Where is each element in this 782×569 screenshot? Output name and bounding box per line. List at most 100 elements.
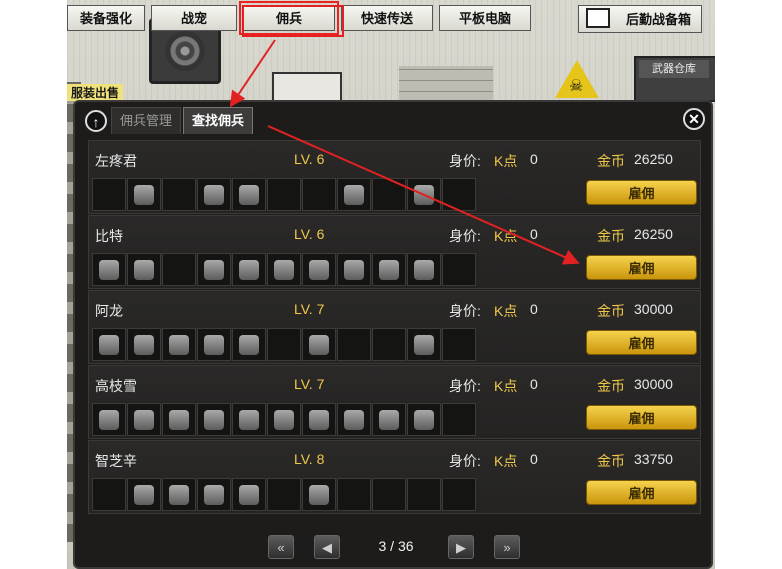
close-button[interactable]: ✕	[683, 108, 705, 130]
hire-button[interactable]: 雇佣	[586, 480, 697, 505]
worth-value: 0	[530, 301, 538, 317]
gold-label: 金币	[597, 153, 625, 169]
tab-mercenary-manage[interactable]: 佣兵管理	[111, 107, 182, 134]
equipment-slot[interactable]	[127, 178, 161, 211]
hire-button[interactable]: 雇佣	[586, 330, 697, 355]
equipment-slot[interactable]	[442, 328, 476, 361]
top-menu: 装备强化 战宠 佣兵 快速传送 平板电脑	[67, 1, 531, 35]
worth-label: 身价:	[449, 228, 481, 244]
prev-page-button[interactable]: ◀	[314, 535, 340, 559]
equipment-slot[interactable]	[407, 403, 441, 436]
mercenary-row: 比特 LV. 6 身价: K点 0 金币 26250 雇佣	[88, 215, 701, 289]
pagination: « ◀ 3 / 36 ▶ »	[268, 535, 530, 561]
equipment-slot[interactable]	[127, 478, 161, 511]
mercenary-name: 智芝辛	[95, 453, 137, 469]
equipment-slot[interactable]	[337, 253, 371, 286]
last-page-button[interactable]: »	[494, 535, 520, 559]
equipment-slot[interactable]	[162, 178, 196, 211]
equipment-slot[interactable]	[442, 253, 476, 286]
mercenary-row: 智芝辛 LV. 8 身价: K点 0 金币 33750 雇佣	[88, 440, 701, 514]
equipment-slot[interactable]	[337, 178, 371, 211]
equipment-slot[interactable]	[127, 403, 161, 436]
equipment-slot[interactable]	[407, 253, 441, 286]
mercenary-row: 左疼君 LV. 6 身价: K点 0 金币 26250 雇佣	[88, 140, 701, 214]
mercenary-name: 比特	[95, 228, 123, 244]
equipment-slot[interactable]	[267, 178, 301, 211]
equipment-slot[interactable]	[127, 253, 161, 286]
equipment-slot[interactable]	[442, 403, 476, 436]
equipment-slot[interactable]	[302, 178, 336, 211]
equipment-slot[interactable]	[407, 328, 441, 361]
equipment-slot[interactable]	[92, 328, 126, 361]
equipment-slot[interactable]	[302, 478, 336, 511]
equipment-slot[interactable]	[232, 403, 266, 436]
equipment-slot[interactable]	[372, 178, 406, 211]
equipment-slot[interactable]	[92, 403, 126, 436]
equipment-slot[interactable]	[197, 178, 231, 211]
mercenary-level: LV. 6	[294, 226, 325, 242]
equipment-slot[interactable]	[197, 328, 231, 361]
equipment-slot[interactable]	[442, 478, 476, 511]
equipment-slot[interactable]	[267, 403, 301, 436]
equipment-slot[interactable]	[407, 178, 441, 211]
equipment-slot[interactable]	[232, 253, 266, 286]
mercenary-name: 阿龙	[95, 303, 123, 319]
equipment-slots	[92, 403, 477, 436]
equipment-slot[interactable]	[337, 478, 371, 511]
tab-find-mercenary[interactable]: 查找佣兵	[183, 107, 254, 134]
gold-label: 金币	[597, 453, 625, 469]
equipment-slot[interactable]	[372, 328, 406, 361]
equipment-slot[interactable]	[127, 328, 161, 361]
nav-quick-teleport[interactable]: 快速传送	[341, 5, 433, 31]
equipment-slot[interactable]	[92, 253, 126, 286]
hire-button[interactable]: 雇佣	[586, 405, 697, 430]
nav-equipment-enhance[interactable]: 装备强化	[67, 5, 145, 31]
equipment-slots	[92, 178, 477, 211]
mercenary-name: 左疼君	[95, 153, 137, 169]
next-page-button[interactable]: ▶	[448, 535, 474, 559]
k-point-label: K点	[494, 228, 518, 244]
equipment-slot[interactable]	[302, 253, 336, 286]
worth-label: 身价:	[449, 453, 481, 469]
nav-battle-pet[interactable]: 战宠	[151, 5, 237, 31]
equipment-slot[interactable]	[197, 253, 231, 286]
equipment-slot[interactable]	[232, 478, 266, 511]
equipment-slot[interactable]	[372, 478, 406, 511]
first-page-button[interactable]: «	[268, 535, 294, 559]
equipment-slot[interactable]	[267, 328, 301, 361]
equipment-slot[interactable]	[232, 178, 266, 211]
worth-value: 0	[530, 451, 538, 467]
equipment-slot[interactable]	[92, 178, 126, 211]
mercenary-row: 阿龙 LV. 7 身价: K点 0 金币 30000 雇佣	[88, 290, 701, 364]
equipment-slot[interactable]	[197, 403, 231, 436]
equipment-slot[interactable]	[407, 478, 441, 511]
equipment-slot[interactable]	[302, 403, 336, 436]
hire-button[interactable]: 雇佣	[586, 180, 697, 205]
k-point-label: K点	[494, 453, 518, 469]
nav-tablet[interactable]: 平板电脑	[439, 5, 531, 31]
equipment-slot[interactable]	[162, 403, 196, 436]
equipment-slot[interactable]	[372, 403, 406, 436]
worth-value: 0	[530, 226, 538, 242]
gold-value: 26250	[634, 226, 673, 242]
equipment-slot[interactable]	[162, 253, 196, 286]
equipment-slot[interactable]	[442, 178, 476, 211]
equipment-slot[interactable]	[232, 328, 266, 361]
hire-button[interactable]: 雇佣	[586, 255, 697, 280]
equipment-slot[interactable]	[197, 478, 231, 511]
gold-label: 金币	[597, 228, 625, 244]
equipment-slot[interactable]	[267, 253, 301, 286]
equipment-slot[interactable]	[337, 328, 371, 361]
worth-label: 身价:	[449, 378, 481, 394]
back-button[interactable]: ↑	[85, 110, 107, 132]
supply-box-icon	[586, 8, 610, 28]
equipment-slot[interactable]	[267, 478, 301, 511]
equipment-slot[interactable]	[92, 478, 126, 511]
mercenary-name: 高枝雪	[95, 378, 137, 394]
equipment-slot[interactable]	[372, 253, 406, 286]
equipment-slot[interactable]	[162, 478, 196, 511]
nav-mercenary[interactable]: 佣兵	[239, 1, 339, 35]
equipment-slot[interactable]	[302, 328, 336, 361]
equipment-slot[interactable]	[337, 403, 371, 436]
equipment-slot[interactable]	[162, 328, 196, 361]
